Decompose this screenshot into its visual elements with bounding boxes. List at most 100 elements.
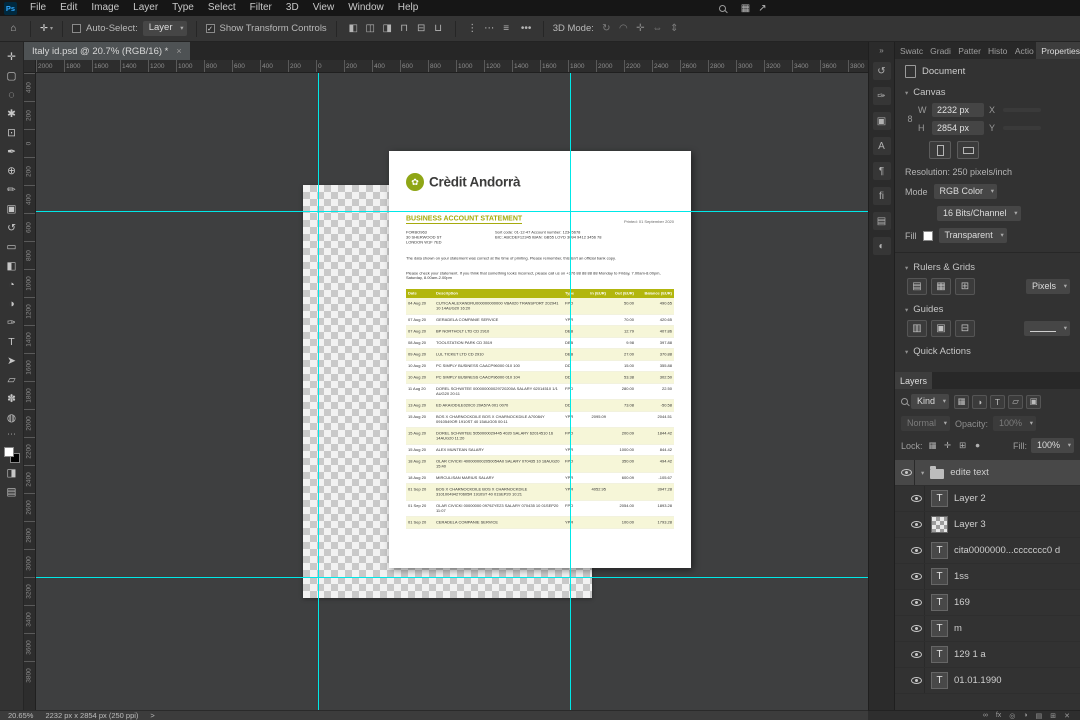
guide-horizontal-bottom[interactable] [36,577,868,578]
layer-row[interactable]: T m [895,616,1080,642]
fill-dropdown[interactable]: Transparent [938,228,1007,243]
layer-fill-dropdown[interactable]: 100% [1030,438,1074,453]
quick-mask-icon[interactable]: ◨ [2,463,22,482]
libraries-panel-icon[interactable]: ▤ [872,212,891,230]
tab-swatches[interactable]: Swatc [895,42,925,59]
color-mode-dropdown[interactable]: RGB Color [933,184,998,199]
kind-filter-dropdown[interactable]: Kind [911,394,950,409]
layer-row[interactable]: T cita0000000...ccccccc0 d [895,538,1080,564]
lasso-tool[interactable]: ◌ [2,85,22,104]
search-icon[interactable] [719,4,726,12]
width-field[interactable]: 2232 px [932,103,984,117]
history-brush-tool[interactable]: ↺ [2,218,22,237]
link-layers-icon[interactable]: ∞ [983,712,988,719]
tab-history[interactable]: Histo [983,42,1010,59]
marquee-tool[interactable]: ▢ [2,66,22,85]
align-bottom-icon[interactable]: ⊔ [431,21,446,37]
align-right-icon[interactable]: ◨ [380,21,395,37]
filter-pixel-icon[interactable]: ▦ [954,394,970,409]
link-dimensions-icon[interactable]: 8 [905,114,915,124]
lock-guides-icon[interactable]: ▣ [931,320,951,337]
move-tool[interactable]: ✛ [2,47,22,66]
canvas-area[interactable]: ✿ Crèdit Andorrà BUSINESS ACCOUNT STATEM… [36,73,868,710]
filter-adjustment-icon[interactable]: ◑ [972,394,988,409]
quick-actions-section-header[interactable]: ▾ Quick Actions [905,346,1070,357]
visibility-toggle[interactable] [909,512,925,537]
menu-item[interactable]: Edit [53,0,84,16]
bit-depth-dropdown[interactable]: 16 Bits/Channel [937,206,1021,221]
3d-rotate-icon[interactable]: ↻ [599,21,614,37]
eraser-tool[interactable]: ▭ [2,237,22,256]
edit-toolbar-icon[interactable]: ⋯ [7,429,16,440]
tab-gradients[interactable]: Gradi [925,42,953,59]
height-field[interactable]: 2854 px [932,121,984,135]
lock-all-icon[interactable]: ● [972,440,984,451]
clone-source-panel-icon[interactable]: ▣ [872,112,891,130]
distribute-vertical-icon[interactable]: ⋮ [465,21,480,37]
guide-vertical-left[interactable] [318,73,319,710]
vertical-ruler[interactable]: 400 200 0 200 400 600 800 1000 1200 1400 1600 1800 2… [24,73,36,710]
crop-tool[interactable]: ⊡ [2,123,22,142]
blend-mode-dropdown[interactable]: Normal [901,416,951,431]
delete-layer-icon[interactable]: ✕ [1064,712,1070,720]
quick-select-tool[interactable]: ✱ [2,104,22,123]
character-panel-icon[interactable]: A [872,137,891,155]
adjustment-layer-icon[interactable]: ◑ [1023,712,1027,719]
home-icon[interactable]: ⌂ [6,21,21,37]
auto-select-dropdown[interactable]: Layer [142,21,187,36]
visibility-toggle[interactable] [909,668,925,693]
layer-row[interactable]: T 1ss [895,564,1080,590]
align-middle-icon[interactable]: ⊟ [414,21,429,37]
grid-icon[interactable]: ▦ [931,278,951,295]
lock-transparency-icon[interactable]: ▦ [927,440,939,451]
visibility-toggle[interactable] [909,590,925,615]
visibility-toggle[interactable] [909,642,925,667]
zoom-tool[interactable]: ◍ [2,408,22,427]
guide-horizontal-top[interactable] [36,211,868,212]
3d-drag-icon[interactable]: ✛ [633,21,648,37]
layer-group-icon[interactable]: ▤ [1036,712,1043,720]
horizontal-ruler[interactable]: 2000 1800 1600 1400 1200 1000 800 600 400 200 0 200… [36,60,868,73]
filter-type-icon[interactable]: T [990,394,1006,409]
statement-document[interactable]: ✿ Crèdit Andorrà BUSINESS ACCOUNT STATEM… [389,151,691,568]
foreground-color[interactable] [3,447,14,457]
brush-settings-panel-icon[interactable]: ✑ [872,87,891,105]
guide-style-dropdown[interactable] [1024,321,1070,336]
layer-row[interactable]: T Layer 2 [895,486,1080,512]
visibility-toggle[interactable] [909,486,925,511]
landscape-orientation-button[interactable] [957,141,979,159]
menu-item[interactable]: File [23,0,53,16]
menu-item[interactable]: Type [165,0,201,16]
units-dropdown[interactable]: Pixels [1025,279,1070,294]
lock-pixels-icon[interactable]: ✛ [942,440,954,451]
shape-tool[interactable]: ▱ [2,370,22,389]
menu-item[interactable]: Filter [243,0,279,16]
clone-stamp-tool[interactable]: ▣ [2,199,22,218]
layer-row[interactable]: T 169 [895,590,1080,616]
expand-panels-icon[interactable]: » [879,46,883,55]
workspace-icon[interactable]: ▦ [738,0,753,16]
new-guide-layout-icon[interactable]: ▥ [907,320,927,337]
type-tool[interactable]: T [2,332,22,351]
menu-item[interactable]: View [306,0,342,16]
menu-item[interactable]: Image [84,0,126,16]
new-layer-icon[interactable]: ⊞ [1050,712,1056,720]
menu-item[interactable]: Window [341,0,391,16]
filter-smart-object-icon[interactable]: ▣ [1026,394,1042,409]
eyedropper-tool[interactable]: ✒ [2,142,22,161]
adjustments-panel-icon[interactable]: ◐ [872,237,891,255]
layer-row[interactable]: T 129 1 a [895,642,1080,668]
document-tab[interactable]: Italy id.psd @ 20.7% (RGB/16) * × [24,42,190,60]
guide-vertical-right[interactable] [570,73,571,710]
show-transform-checkbox[interactable] [205,24,215,33]
paragraph-panel-icon[interactable]: ¶ [872,162,891,180]
align-top-icon[interactable]: ⊓ [397,21,412,37]
opacity-dropdown[interactable]: 100% [993,416,1037,431]
chevron-down-icon[interactable]: ▾ [921,469,924,477]
align-center-h-icon[interactable]: ◫ [363,21,378,37]
menu-item[interactable]: Layer [126,0,165,16]
align-left-icon[interactable]: ◧ [346,21,361,37]
x-field[interactable] [1003,108,1041,112]
auto-select-checkbox[interactable] [71,24,81,33]
dodge-tool[interactable]: ◑ [2,294,22,313]
